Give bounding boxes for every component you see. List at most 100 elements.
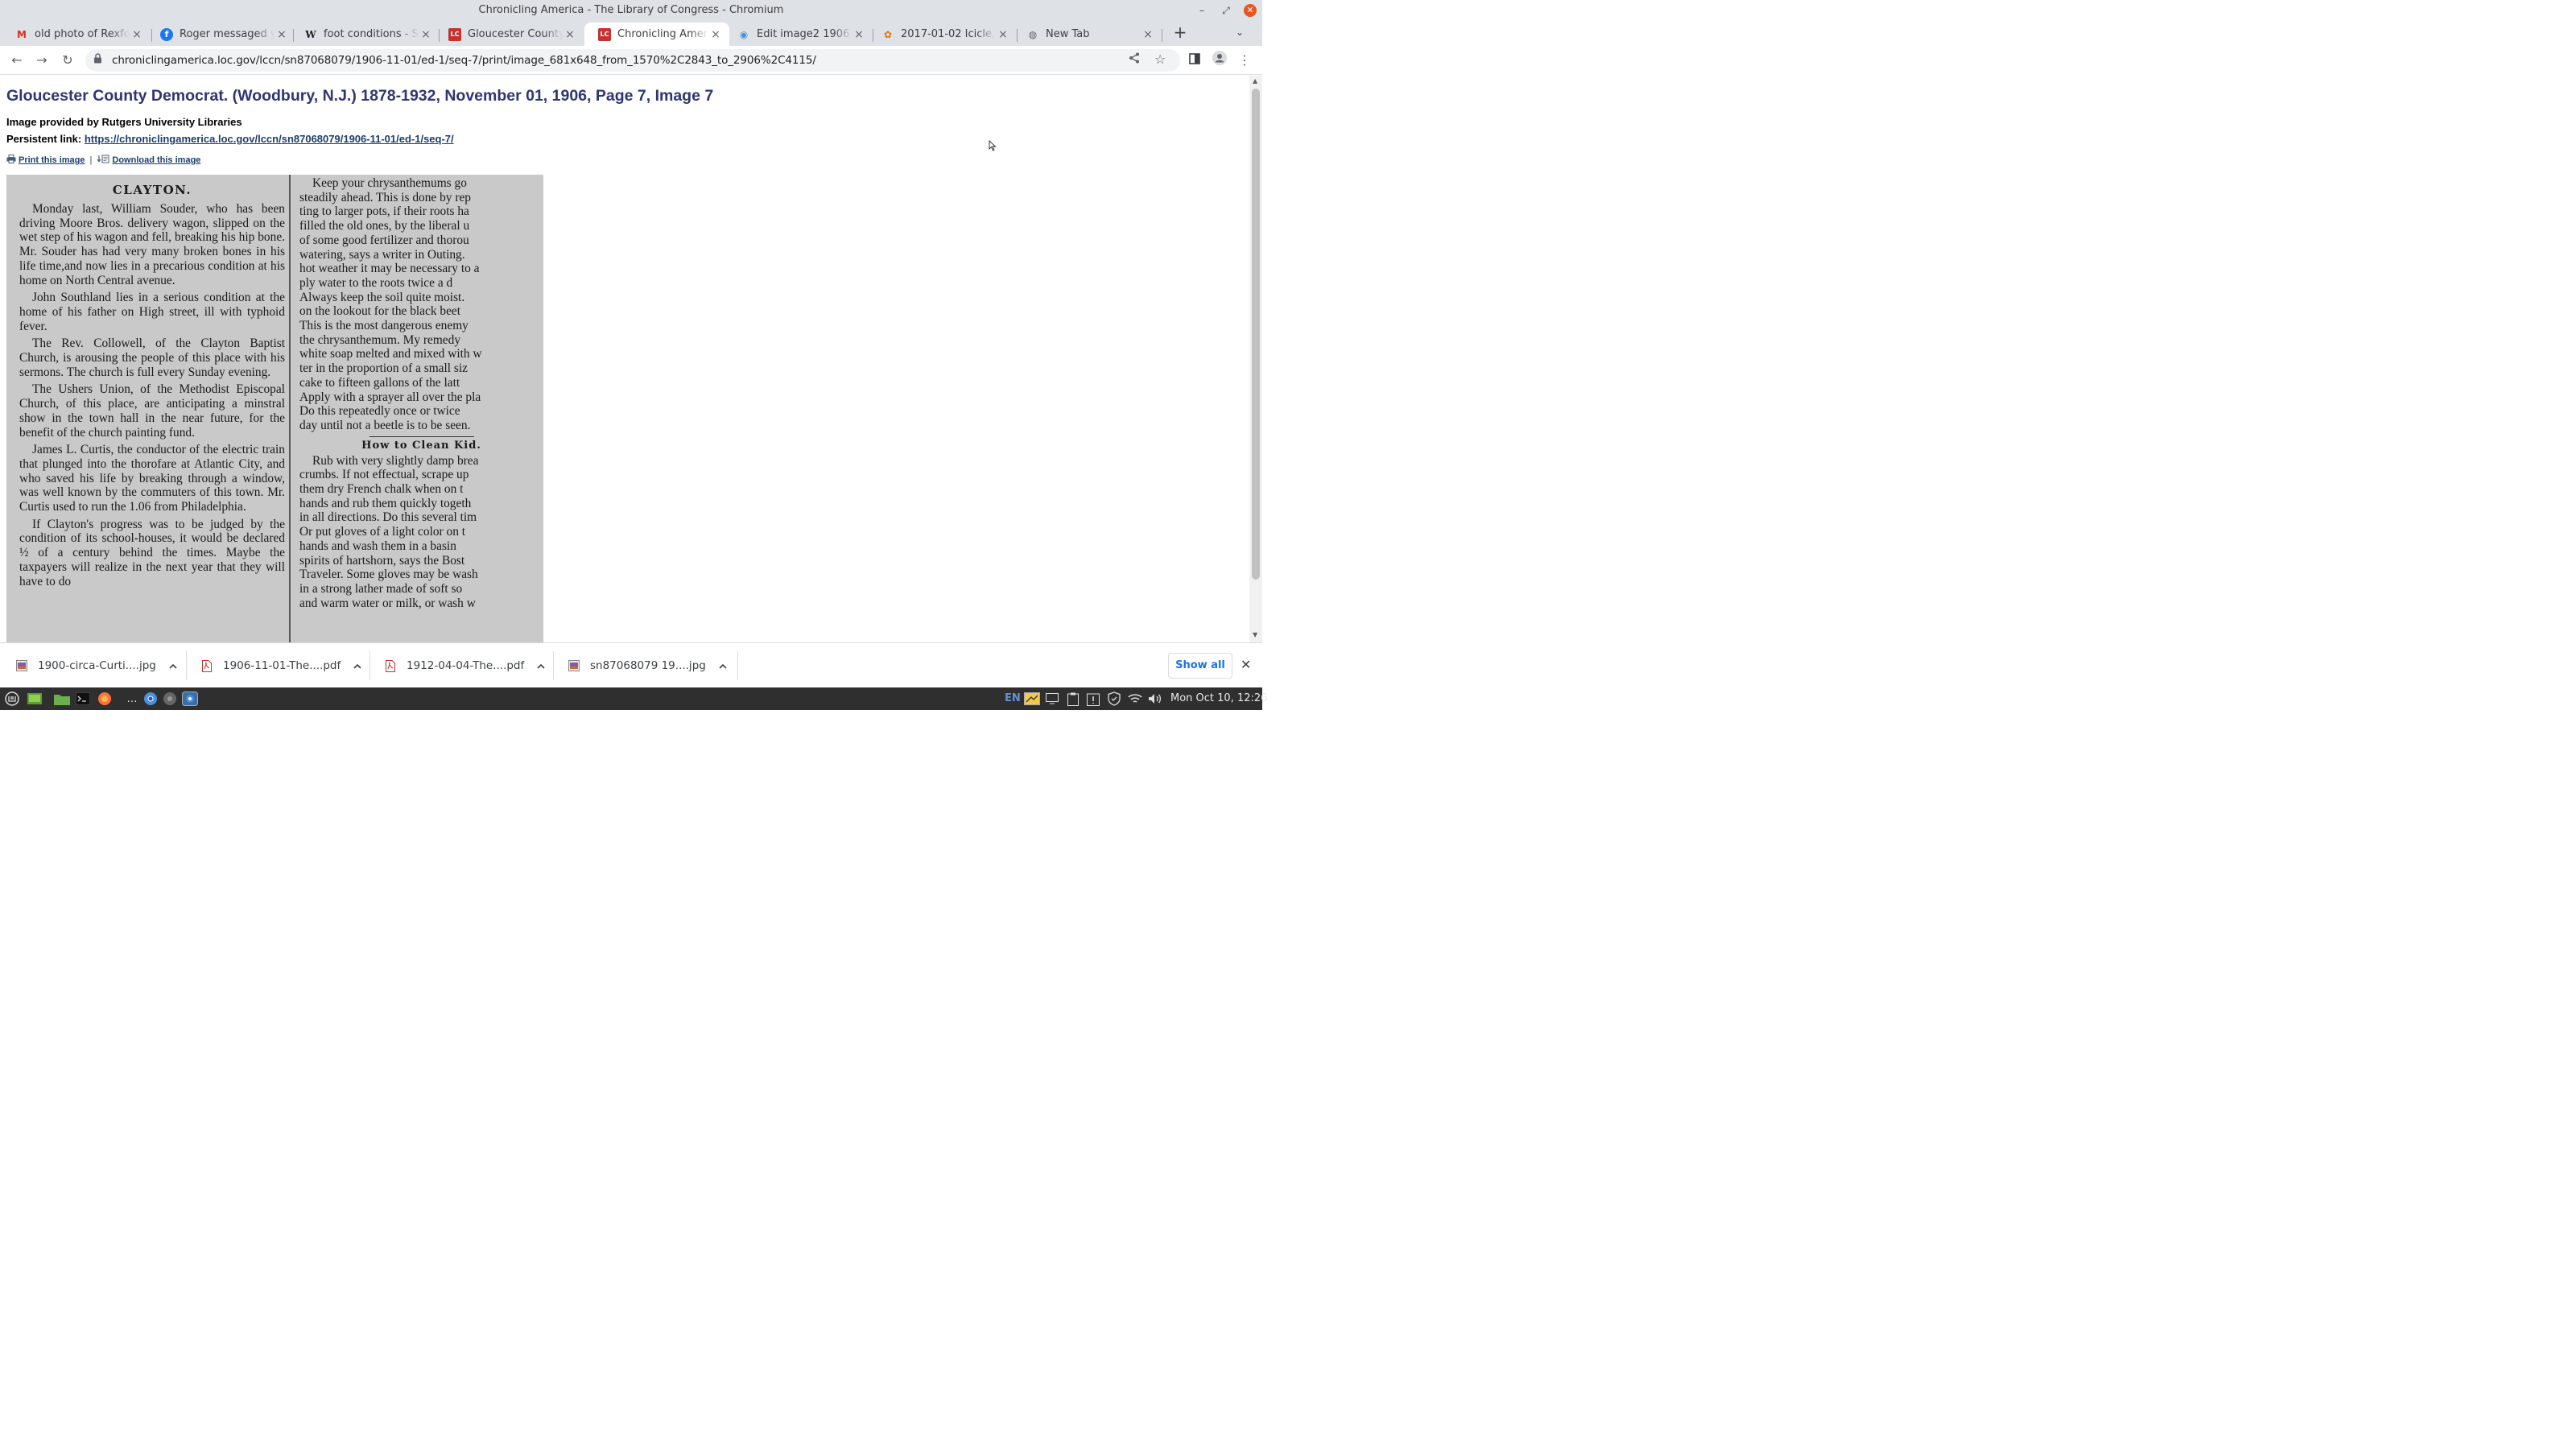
- chevron-up-icon[interactable]: [719, 660, 727, 671]
- download-item[interactable]: 1900-circa-Curti....jpg: [15, 643, 177, 688]
- tab-close-icon[interactable]: ×: [996, 28, 1010, 41]
- tab-wikipedia-search[interactable]: W foot conditions - Search ×: [291, 23, 440, 46]
- newspaper-paragraph: John Southland lies in a serious conditi…: [19, 291, 285, 333]
- chromium-icon[interactable]: [142, 690, 159, 708]
- download-filename: 1912-04-04-The....pdf: [407, 659, 525, 672]
- tab-label: Chronicling America: [617, 28, 708, 40]
- download-shelf: 1900-circa-Curti....jpg 1906-11-01-The..…: [0, 642, 1262, 687]
- maximize-button[interactable]: ⤢: [1218, 2, 1234, 19]
- scroll-up-arrow-icon[interactable]: ▲: [1253, 77, 1257, 85]
- tab-close-icon[interactable]: ×: [1141, 28, 1155, 41]
- file-manager-icon[interactable]: [53, 690, 71, 708]
- chevron-up-icon[interactable]: [353, 660, 361, 671]
- tab-gmail[interactable]: M old photo of Rexford ×: [2, 23, 151, 46]
- more-apps-text[interactable]: …: [123, 690, 141, 708]
- tab-label: 2017-01-02 Icicle, new: [901, 28, 996, 40]
- side-panel-icon[interactable]: [1185, 51, 1204, 70]
- newspaper-line: in all directions. Do this several tim: [299, 510, 477, 525]
- display-icon[interactable]: [1043, 690, 1061, 708]
- persistent-link-label: Persistent link:: [6, 133, 82, 145]
- chevron-up-icon[interactable]: [537, 660, 545, 671]
- shield-icon[interactable]: [1105, 690, 1123, 708]
- newspaper-line: them dry French chalk when on t: [299, 482, 464, 497]
- scrollbar-thumb[interactable]: [1252, 89, 1260, 580]
- newspaper-line: watering, says a writer in Outing.: [299, 247, 465, 262]
- close-shelf-icon[interactable]: ✕: [1241, 657, 1251, 672]
- download-item[interactable]: 1906-11-01-The....pdf: [200, 643, 361, 688]
- keyboard-language[interactable]: EN: [1005, 692, 1021, 704]
- download-separator: [553, 651, 554, 680]
- newspaper-line: the chrysanthemum. My remedy: [299, 332, 461, 347]
- browser-app-icon[interactable]: [161, 690, 179, 708]
- close-window-button[interactable]: ✕: [1244, 4, 1257, 17]
- google-photos-icon: ✿: [883, 28, 893, 40]
- address-bar[interactable]: chroniclingamerica.loc.gov/lccn/sn870680…: [85, 49, 1180, 72]
- tab-new-tab[interactable]: ◍ New Tab ×: [1013, 23, 1162, 46]
- download-item[interactable]: sn87068079 19....jpg: [568, 643, 727, 688]
- download-image-link[interactable]: Download this image: [112, 155, 200, 165]
- newspaper-paragraph: The Ushers Union, of the Methodist Episc…: [19, 382, 285, 440]
- tab-chronicling-america[interactable]: LC Chronicling America ×: [584, 23, 729, 46]
- tab-label: foot conditions - Search: [324, 28, 419, 40]
- firefox-icon[interactable]: [96, 690, 114, 708]
- tab-edit-image[interactable]: ◉ Edit image2 1906 At ×: [724, 23, 873, 46]
- app-menu-icon[interactable]: [3, 690, 21, 708]
- tab-close-icon[interactable]: ×: [708, 28, 723, 41]
- download-filename: 1906-11-01-The....pdf: [223, 659, 341, 672]
- bookmark-star-icon[interactable]: ☆: [1154, 52, 1166, 67]
- browser-toolbar: ← → ↻ chroniclingamerica.loc.gov/lccn/sn…: [0, 46, 1262, 75]
- page-scrollbar[interactable]: ▲ ▼: [1249, 76, 1262, 642]
- tab-close-icon[interactable]: ×: [130, 28, 144, 41]
- persistent-link[interactable]: https://chroniclingamerica.loc.gov/lccn/…: [85, 133, 454, 145]
- chevron-up-icon[interactable]: [169, 660, 177, 671]
- download-item[interactable]: 1912-04-04-The....pdf: [384, 643, 545, 688]
- image-provider-text: Image provided by Rutgers University Lib…: [6, 116, 242, 128]
- update-manager-icon[interactable]: [1084, 690, 1102, 708]
- newspaper-left-column: CLAYTON. Monday last, William Souder, wh…: [6, 175, 290, 642]
- share-icon[interactable]: [1129, 52, 1140, 67]
- terminal-icon[interactable]: [74, 690, 92, 708]
- print-image-link[interactable]: Print this image: [19, 155, 85, 165]
- tab-gloucester-county[interactable]: LC Gloucester County Democrat ×: [435, 23, 584, 46]
- url-text[interactable]: chroniclingamerica.loc.gov/lccn/sn870680…: [112, 54, 816, 67]
- back-arrow-icon[interactable]: ←: [7, 51, 27, 70]
- newspaper-chrysanthemum-article: Keep your chrysanthemums go steadily ahe…: [299, 176, 543, 433]
- tab-google-photos[interactable]: ✿ 2017-01-02 Icicle, new ×: [868, 23, 1017, 46]
- image-file-icon: [568, 659, 580, 672]
- clipboard-icon[interactable]: [1064, 690, 1082, 708]
- desktop-icon[interactable]: [26, 690, 43, 708]
- download-icon: [97, 155, 109, 166]
- photo-editor-icon: ◉: [739, 28, 749, 40]
- screenshot-tool-icon[interactable]: [1023, 690, 1041, 708]
- minimize-button[interactable]: –: [1194, 2, 1210, 19]
- new-tab-plus-icon[interactable]: +: [1170, 23, 1190, 42]
- facebook-icon: f: [160, 27, 173, 41]
- newspaper-clean-kid-article: Rub with very slightly damp brea crumbs.…: [299, 454, 543, 611]
- newspaper-line: hands and wash them in a basin: [299, 539, 456, 553]
- tab-close-icon[interactable]: ×: [419, 28, 433, 41]
- column-rule: [289, 175, 291, 642]
- browser-menu-icon[interactable]: ⋮: [1235, 51, 1254, 70]
- scroll-down-arrow-icon[interactable]: ▼: [1253, 631, 1257, 638]
- page-title: Gloucester County Democrat. (Woodbury, N…: [6, 87, 714, 105]
- tab-facebook[interactable]: f Roger messaged you ×: [147, 23, 295, 46]
- volume-icon[interactable]: [1146, 690, 1164, 708]
- newspaper-line: and warm water or milk, or wash w: [299, 596, 476, 610]
- wifi-icon[interactable]: [1126, 690, 1144, 708]
- mouse-cursor-icon: [989, 139, 997, 154]
- tab-close-icon[interactable]: ×: [852, 28, 866, 41]
- newspaper-line: white soap melted and mixed with w: [299, 347, 482, 361]
- window-switcher-icon[interactable]: [181, 690, 199, 708]
- forward-arrow-icon[interactable]: →: [32, 51, 52, 70]
- newspaper-line: Keep your chrysanthemums go: [312, 176, 467, 190]
- tab-close-icon[interactable]: ×: [563, 28, 577, 41]
- show-all-downloads-button[interactable]: Show all: [1168, 653, 1232, 679]
- profile-avatar-icon[interactable]: [1210, 51, 1229, 70]
- newspaper-line: Do this repeatedly once or twice: [299, 404, 460, 419]
- reload-icon[interactable]: ↻: [58, 51, 77, 70]
- tab-search-chevron-icon[interactable]: ⌄: [1232, 24, 1248, 40]
- loc-icon: LC: [598, 27, 611, 41]
- tab-close-icon[interactable]: ×: [275, 28, 289, 41]
- system-clock[interactable]: Mon Oct 10, 12:26: [1170, 692, 1267, 704]
- lock-icon[interactable]: [93, 53, 102, 66]
